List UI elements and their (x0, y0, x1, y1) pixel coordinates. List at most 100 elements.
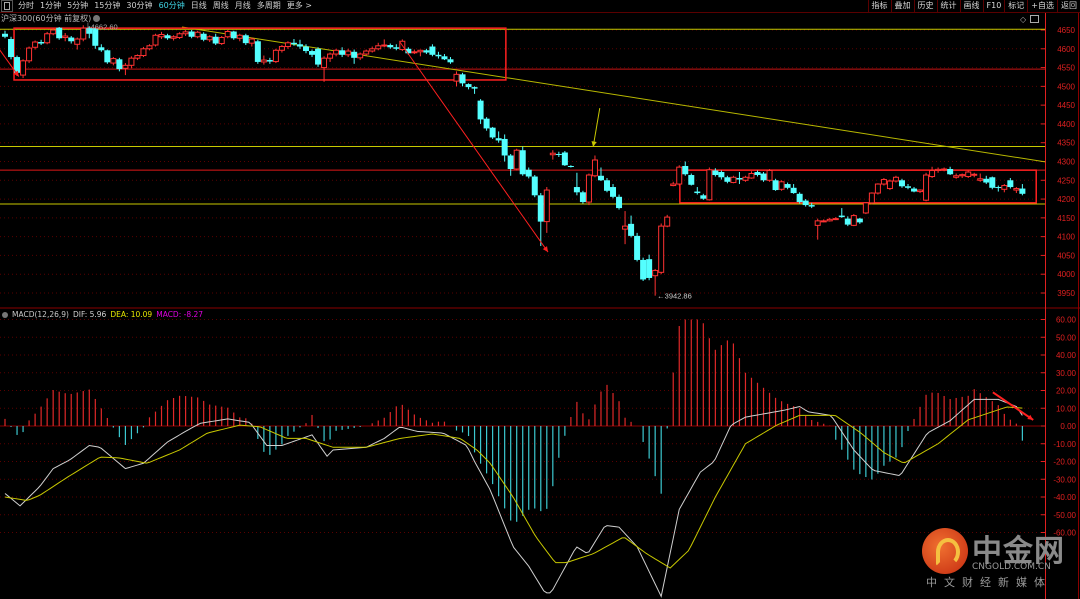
candle-body (808, 205, 815, 207)
candle-body (892, 176, 899, 182)
candle-body (724, 177, 731, 182)
candle-body (1013, 188, 1020, 191)
price-tick-label: 4250 (1057, 176, 1075, 185)
candle-body (495, 138, 502, 141)
candle-body (784, 184, 791, 188)
price-tick-label: 3950 (1057, 289, 1075, 298)
candle-body (790, 187, 797, 194)
candle-body (411, 51, 418, 54)
candle-body (604, 180, 610, 191)
candle-body (327, 53, 334, 59)
candle-body (38, 42, 45, 44)
dea-line (4, 406, 1023, 569)
candle-body (363, 50, 370, 55)
candle-body (947, 169, 954, 175)
consolidation-box (679, 169, 1037, 204)
candle-body (182, 31, 189, 35)
candle-body (935, 168, 942, 172)
candle-body (44, 33, 51, 44)
candle-body (929, 170, 936, 178)
candle-body (375, 45, 382, 50)
candle-body (248, 38, 255, 44)
candle-body (164, 35, 171, 39)
candle-body (820, 220, 827, 223)
candle-body (56, 27, 63, 39)
candle-body (381, 44, 388, 47)
candle-body (682, 166, 689, 175)
candle-body (32, 41, 39, 48)
candle-body (676, 166, 683, 185)
candle-body (176, 33, 183, 39)
candle-body (1019, 188, 1026, 194)
candle-body (74, 38, 81, 45)
candle-body (597, 175, 604, 181)
candle-body (995, 187, 1002, 189)
low-price-label: ←3942.86 (657, 292, 692, 301)
macd-tick-label: -60.00 (1053, 529, 1076, 538)
candle-body (218, 37, 225, 45)
candle-body (971, 173, 978, 176)
candle-body (616, 196, 623, 209)
candle-body (266, 60, 273, 62)
price-tick-label: 4050 (1057, 251, 1075, 260)
candle-body (826, 218, 833, 222)
candle-body (290, 42, 297, 45)
candle-body (296, 44, 303, 47)
price-tick-label: 4600 (1057, 45, 1075, 54)
candle-body (664, 216, 671, 227)
macd-name: MACD(12,26,9) (12, 310, 69, 319)
candle-body (543, 189, 550, 223)
candle-body (796, 193, 803, 203)
chart-canvas[interactable]: 4650 4600 4550 4500 4450 4400 4350 4300 4250 4200… (0, 0, 1080, 599)
candle-body (983, 178, 990, 183)
red-arrow-head (542, 246, 549, 253)
price-tick-label: 4500 (1057, 82, 1075, 91)
candle-body (212, 36, 219, 44)
candle-body (610, 187, 617, 197)
candle-body (561, 152, 568, 166)
candle-body (429, 46, 436, 55)
macd-dea-value: DEA: 10.09 (110, 310, 153, 319)
candle-body (98, 47, 105, 51)
macd-settings-icon[interactable] (2, 311, 8, 318)
candle-body (832, 218, 839, 221)
candle-body (772, 180, 779, 191)
candle-body (513, 149, 520, 170)
candle-body (905, 186, 911, 188)
candle-body (188, 31, 195, 37)
macd-tick-label: 10.00 (1056, 404, 1077, 413)
candle-body (549, 152, 556, 156)
candle-body (339, 50, 346, 55)
price-tick-label: 4150 (1057, 214, 1075, 223)
candle-body (1007, 180, 1014, 188)
candle-body (134, 55, 141, 59)
candle-body (911, 188, 918, 192)
trendline (181, 26, 1046, 163)
candle-body (230, 31, 237, 39)
candle-body (886, 180, 893, 190)
candle-body (670, 183, 677, 187)
candle-body (260, 59, 267, 63)
price-tick-label: 4200 (1057, 195, 1075, 204)
macd-tick-label: -50.00 (1053, 511, 1076, 520)
candle-body (483, 118, 490, 129)
candle-body (880, 179, 887, 185)
macd-tick-label: -30.00 (1053, 475, 1076, 484)
candle-body (351, 51, 358, 58)
candle-body (333, 49, 340, 55)
price-tick-label: 4300 (1057, 157, 1075, 166)
candle-body (284, 42, 291, 48)
candle-body (591, 159, 598, 177)
candle-body (387, 45, 394, 48)
macd-red-arrow (992, 391, 1034, 421)
macd-tick-label: -10.00 (1053, 440, 1076, 449)
candle-body (254, 41, 261, 62)
candle-body (465, 84, 472, 88)
macd-tick-label: -40.00 (1053, 493, 1076, 502)
candle-body (20, 60, 27, 76)
price-tick-label: 4650 (1057, 26, 1075, 35)
candle-body (567, 166, 574, 168)
candle-body (345, 50, 352, 56)
candle-body (923, 174, 930, 201)
macd-tick-label: -20.00 (1053, 458, 1076, 467)
